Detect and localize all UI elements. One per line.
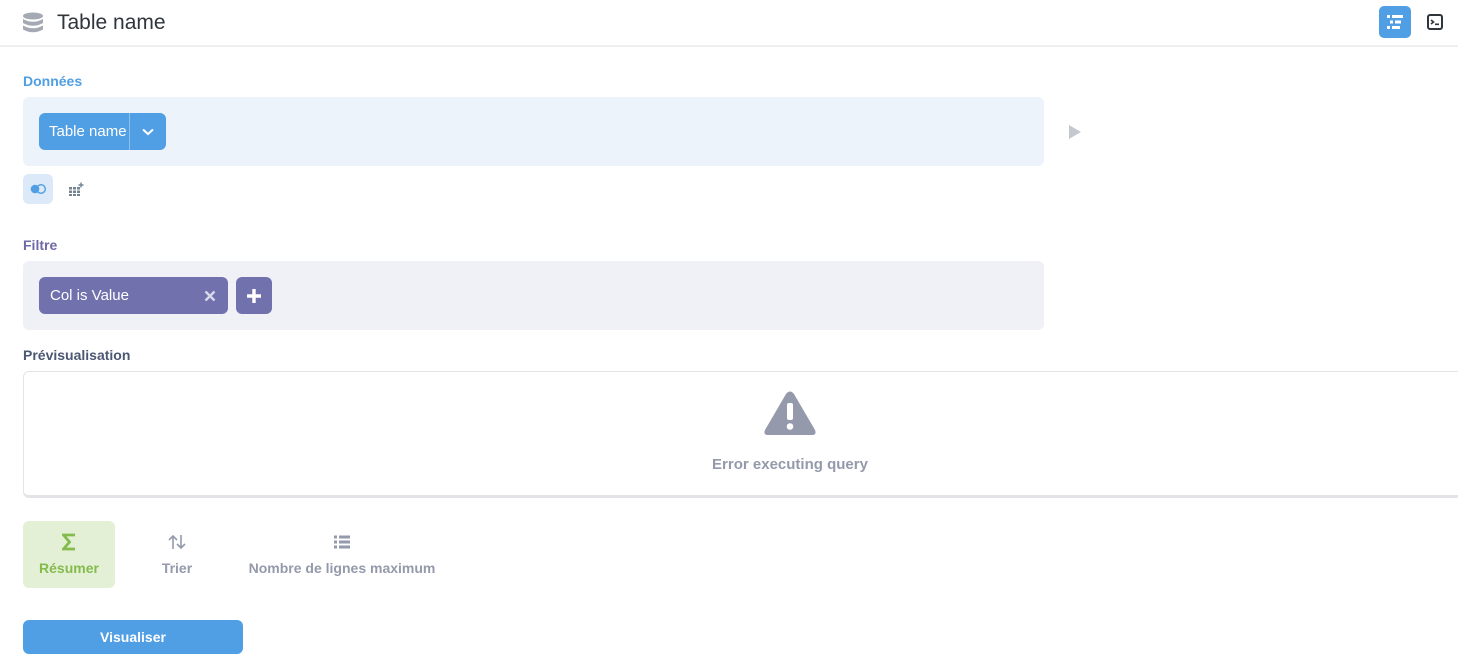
- join-data-button[interactable]: [23, 174, 53, 204]
- sort-label: Trier: [161, 560, 193, 576]
- sort-arrows-icon: [168, 534, 186, 550]
- data-section-label: Données: [23, 73, 83, 89]
- add-filter-button[interactable]: [236, 277, 272, 314]
- sql-editor-icon: [1427, 14, 1443, 30]
- play-icon[interactable]: [1067, 124, 1083, 140]
- add-column-icon: [69, 182, 84, 196]
- list-icon: [334, 535, 350, 549]
- visualize-button[interactable]: Visualiser: [23, 620, 243, 654]
- row-limit-label: Nombre de lignes maximum: [248, 560, 436, 576]
- notebook-editor-icon: [1387, 15, 1403, 29]
- filter-pill[interactable]: Col is Value: [39, 277, 228, 314]
- plus-icon: [247, 288, 261, 303]
- top-bar: Table name: [0, 0, 1458, 47]
- database-icon: [23, 12, 43, 33]
- summarize-label: Résumer: [39, 560, 99, 576]
- table-picker-label: Table name: [49, 123, 127, 140]
- notebook-editor-button[interactable]: [1379, 6, 1411, 38]
- join-icon: [30, 184, 46, 194]
- filter-step: Col is Value: [23, 261, 1044, 330]
- custom-column-button[interactable]: [62, 174, 90, 204]
- page-title: Table name: [57, 11, 166, 34]
- sort-button[interactable]: Trier: [137, 521, 217, 588]
- preview-section-label: Prévisualisation: [23, 347, 131, 363]
- filter-section-label: Filtre: [23, 237, 58, 253]
- filter-pill-label: Col is Value: [50, 287, 129, 304]
- chevron-down-icon[interactable]: [130, 113, 166, 150]
- table-picker[interactable]: Table name: [39, 113, 166, 150]
- sum-icon: [62, 533, 75, 551]
- data-step: Table name: [23, 97, 1044, 166]
- close-icon[interactable]: [200, 286, 220, 306]
- error-message: Error executing query: [712, 456, 868, 473]
- warning-icon: [764, 391, 816, 435]
- sql-editor-button[interactable]: [1421, 8, 1449, 36]
- summarize-button[interactable]: Résumer: [23, 521, 115, 588]
- preview-panel: Error executing query: [23, 371, 1458, 498]
- row-limit-button[interactable]: Nombre de lignes maximum: [245, 521, 439, 588]
